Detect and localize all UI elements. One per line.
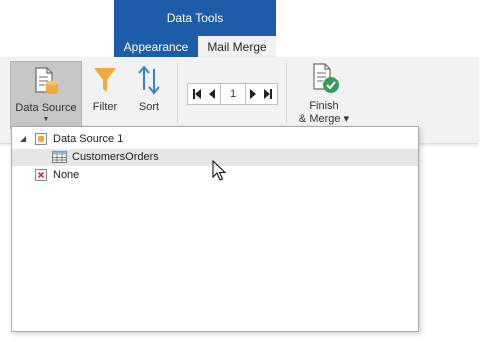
next-record-button[interactable] [246,84,260,104]
data-source-icon [35,67,58,94]
last-record-button[interactable] [261,84,275,104]
tree-item-label: None [53,169,80,181]
tree-item-label: CustomersOrders [72,151,159,163]
group-separator [177,63,178,123]
tree-item-data-source-1[interactable]: Data Source 1 [12,131,418,148]
finish-label-line2: & Merge ▾ [298,113,350,125]
finish-merge-label: Finish & Merge ▾ [290,100,358,126]
data-source-dropdown: Data Source 1 CustomersOrders None [11,126,419,332]
sort-label: Sort [138,101,160,113]
first-record-button[interactable] [190,84,204,104]
database-icon [35,133,47,145]
data-source-label: Data Source [15,102,77,114]
sort-icon [138,65,160,95]
record-number-input[interactable]: 1 [220,84,246,104]
filter-button[interactable]: Filter [86,61,124,125]
mouse-cursor-icon [212,160,226,181]
finish-label-line1: Finish [309,100,339,112]
none-x-icon [35,169,47,181]
data-source-button[interactable]: Data Source ▼ [10,61,82,129]
contextual-title: Data Tools [166,11,224,25]
data-source-caret: ▼ [42,116,50,123]
tab-mail-merge[interactable]: Mail Merge [198,36,276,58]
group-separator [286,63,287,123]
collapse-triangle-icon[interactable] [19,135,27,143]
record-navigator: 1 [187,83,278,105]
filter-label: Filter [92,101,118,113]
finish-merge-button[interactable]: Finish & Merge ▾ [290,58,358,128]
contextual-tab-group: Data Tools Appearance Mail Merge [114,0,276,58]
finish-merge-icon [313,63,339,93]
tree-item-label: Data Source 1 [53,133,124,145]
sort-button[interactable]: Sort [130,61,168,125]
table-icon [52,151,67,163]
filter-icon [94,68,116,92]
previous-record-button[interactable] [205,84,219,104]
tab-appearance[interactable]: Appearance [114,36,198,58]
